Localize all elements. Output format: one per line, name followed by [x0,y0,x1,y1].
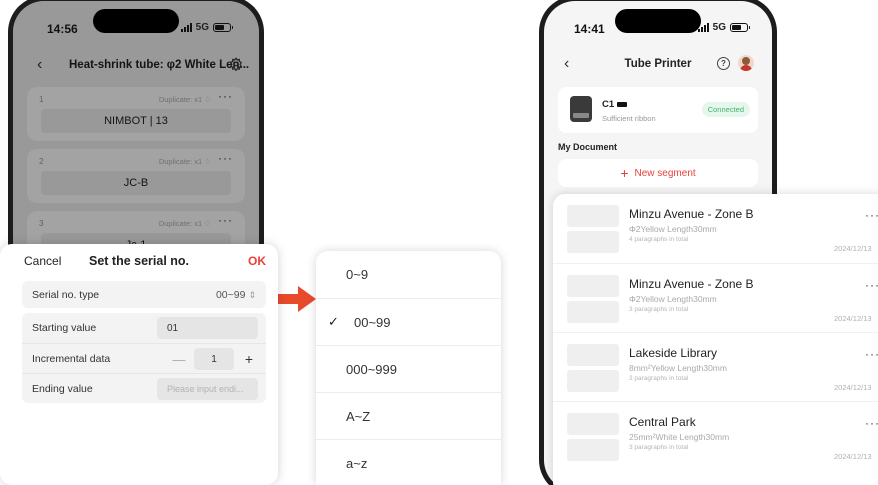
increment-input[interactable]: 1 [194,348,234,370]
minus-icon[interactable]: — [172,352,186,367]
document-paragraphs: 3 paragraphs in total [629,444,689,451]
device-name: C1 [602,99,615,110]
ok-button[interactable]: OK [248,254,266,268]
document-title: Lakeside Library [629,346,718,360]
updown-icon: ⇕ [248,289,256,300]
battery-icon [213,23,233,32]
serial-type-value: 00~99 [215,288,246,301]
type-option[interactable]: a~z [316,439,501,485]
document-spec: 8mm²Yellow Length30mm [629,363,727,373]
battery-icon [730,23,750,32]
nav-bar: ‹ Tube Printer ? [544,51,772,79]
document-item[interactable]: Minzu Avenue - Zone B Φ2Yellow Length30m… [553,194,878,263]
document-spec: Φ2Yellow Length30mm [629,224,717,234]
document-paragraphs: 3 paragraphs in total [629,306,689,313]
document-spec: Φ2Yellow Length30mm [629,294,717,304]
device-card[interactable]: C1 Sufficient ribbon Connected [558,87,758,133]
serial-settings-group: Starting value 01 Incremental data — 1 +… [22,313,266,403]
document-paragraphs: 4 paragraphs in total [629,236,689,243]
document-item[interactable]: Central Park 25mm²White Length30mm 3 par… [553,401,878,470]
help-icon[interactable]: ? [717,57,730,70]
dialog-title: Set the serial no. [88,254,190,268]
arrow-right-icon [274,286,316,312]
document-thumbnail [567,205,619,253]
status-time: 14:41 [574,22,605,36]
type-option[interactable]: 000~999 [316,345,501,392]
check-icon: ✓ [328,314,339,329]
printer-icon [570,96,592,122]
starting-value-label: Starting value [32,322,97,334]
connection-badge: Connected [701,102,750,117]
new-segment-label: New segment [634,167,696,179]
more-icon[interactable]: ··· [865,278,878,292]
document-item[interactable]: Minzu Avenue - Zone B Φ2Yellow Length30m… [553,263,878,332]
starting-value-input[interactable]: 01 [157,317,258,339]
ending-value-label: Ending value [32,382,93,395]
increment-label: Incremental data [32,352,111,365]
document-thumbnail [567,413,619,461]
document-date: 2024/12/13 [834,452,872,461]
document-date: 2024/12/13 [834,383,872,392]
document-spec: 25mm²White Length30mm [629,432,730,442]
document-title: Minzu Avenue - Zone B [629,277,754,291]
plus-icon[interactable]: + [242,351,256,367]
serial-number-dialog: Cancel Set the serial no. OK Serial no. … [0,244,278,485]
plus-icon: + [620,165,629,181]
ending-value-row: Ending value Please input endi... [22,373,266,403]
document-title: Minzu Avenue - Zone B [629,207,754,221]
increment-row: Incremental data — 1 + [22,343,266,373]
dynamic-island [615,9,701,33]
ribbon-status: Sufficient ribbon [602,114,656,123]
document-paragraphs: 3 paragraphs in total [629,375,689,382]
ending-value-input[interactable]: Please input endi... [157,378,258,400]
dynamic-island [93,9,179,33]
serial-type-select[interactable]: Serial no. type 00~99 ⇕ [22,281,266,308]
more-icon[interactable]: ··· [865,208,878,222]
document-title: Central Park [629,415,696,429]
type-option[interactable]: A~Z [316,392,501,439]
serial-type-menu: 0~9 ✓ 00~99 000~999 A~Z a~z [316,251,501,485]
signal-icon [180,23,192,32]
type-option[interactable]: 0~9 [316,251,501,298]
document-date: 2024/12/13 [834,244,872,253]
more-icon[interactable]: ··· [865,416,878,430]
document-thumbnail [567,275,619,323]
type-option-label: 00~99 [354,314,391,330]
network-label: 5G [712,22,726,33]
document-thumbnail [567,344,619,392]
more-icon[interactable]: ··· [865,347,878,361]
serial-type-label: Serial no. type [32,288,100,301]
type-option-selected[interactable]: ✓ 00~99 [316,298,501,345]
new-segment-button[interactable]: + New segment [558,159,758,187]
status-time: 14:56 [47,22,78,36]
network-label: 5G [195,22,209,33]
dialog-header: Cancel Set the serial no. OK [0,244,278,276]
document-date: 2024/12/13 [834,314,872,323]
avatar[interactable] [738,55,754,71]
section-title: My Document [558,142,618,152]
document-item[interactable]: Lakeside Library 8mm²Yellow Length30mm 3… [553,332,878,401]
increment-stepper: — 1 + [172,348,256,370]
starting-value-row: Starting value 01 [22,313,266,343]
document-list: Minzu Avenue - Zone B Φ2Yellow Length30m… [553,194,878,485]
battery-level-icon [617,102,628,107]
